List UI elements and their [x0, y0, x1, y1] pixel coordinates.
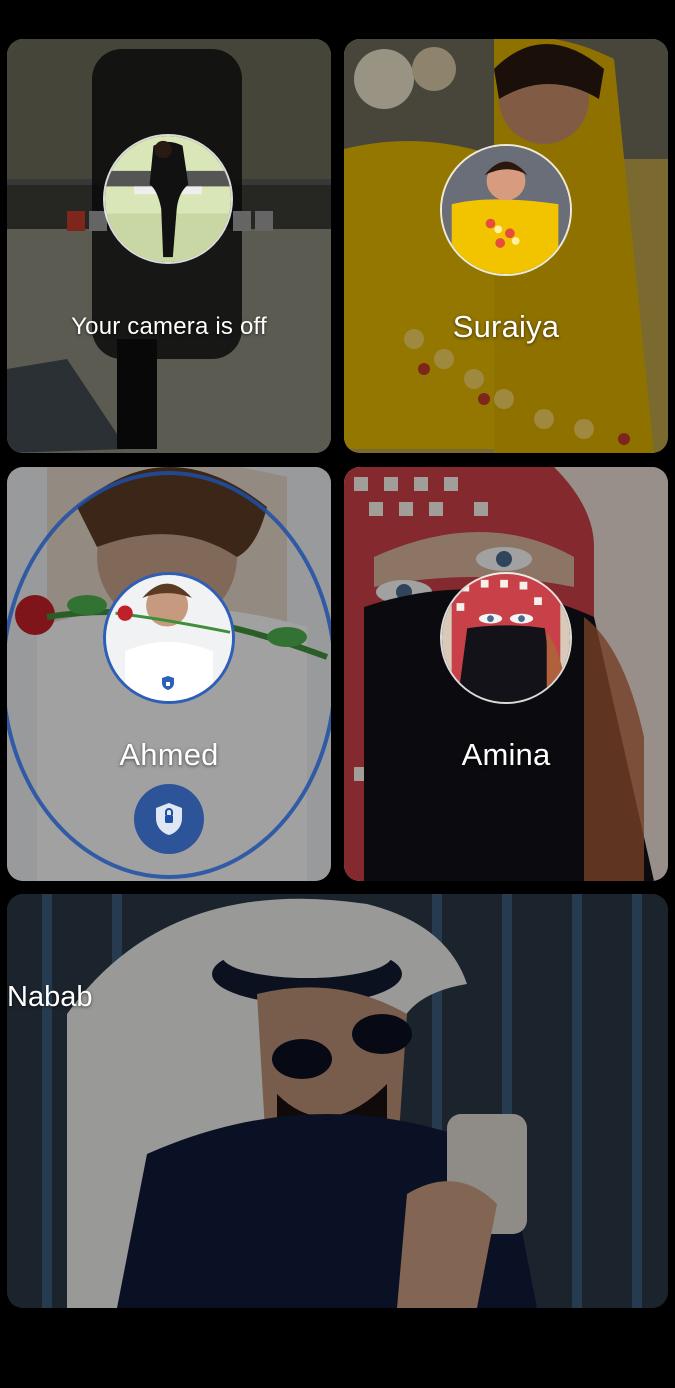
self-status-label: Your camera is off — [71, 313, 267, 340]
user-avatar-icon — [442, 574, 570, 702]
participant-tile-amina[interactable]: Amina — [344, 467, 668, 881]
nabab-name-label: Nabab — [7, 981, 93, 1013]
amina-avatar — [440, 572, 572, 704]
user-avatar-icon — [105, 136, 231, 262]
participant-tile-self[interactable]: Your camera is off — [7, 39, 331, 453]
lock-shield-icon — [134, 784, 204, 854]
amina-name-label: Amina — [461, 737, 551, 772]
video-call-grid: Your camera is off Suraiya Ahmed Amina N… — [0, 0, 675, 1388]
shield-icon — [157, 672, 179, 694]
participant-tile-suraiya[interactable]: Suraiya — [344, 39, 668, 453]
participant-tile-nabab[interactable]: Nabab — [7, 894, 668, 1308]
suraiya-avatar — [440, 144, 572, 276]
user-avatar-icon — [442, 146, 570, 274]
ahmed-name-label: Ahmed — [119, 737, 219, 772]
self-avatar — [103, 134, 233, 264]
participant-tile-ahmed[interactable]: Ahmed — [7, 467, 331, 881]
suraiya-name-label: Suraiya — [452, 309, 560, 344]
